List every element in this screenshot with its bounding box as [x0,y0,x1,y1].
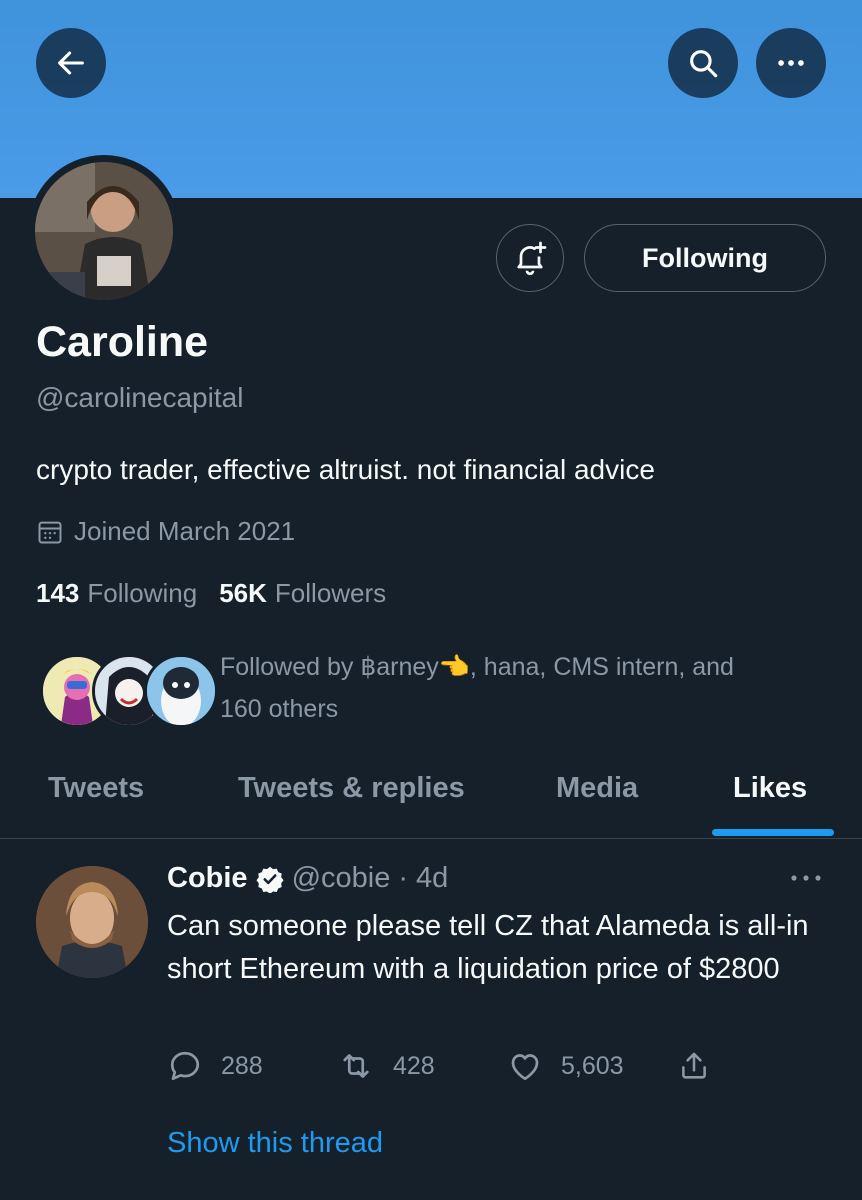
verified-badge-icon [256,866,284,893]
more-horizontal-icon [791,875,821,881]
mutual-followers-avatars[interactable] [40,654,218,728]
profile-bio: crypto trader, effective altruist. not f… [36,454,655,485]
tweet-more-button[interactable] [786,868,826,893]
retweet-button[interactable]: 428 [337,1048,435,1084]
search-button[interactable] [668,28,738,98]
profile-avatar[interactable] [28,155,180,307]
reply-icon [170,1051,200,1081]
tab-likes[interactable]: Likes [733,772,807,805]
active-tab-indicator [712,829,834,836]
like-button[interactable]: 5,603 [507,1048,624,1084]
tweet-author-avatar[interactable] [36,866,148,978]
tweet-author-name[interactable]: Cobie [167,862,248,895]
heart-icon [511,1054,539,1081]
avatar [144,654,218,728]
tab-tweets-replies[interactable]: Tweets & replies [238,772,465,805]
profile-tabs: Tweets Tweets & replies Media Likes [0,760,862,839]
tweet-timestamp[interactable]: · 4d [398,862,448,895]
joined-date: Joined March 2021 [36,516,295,547]
following-stat[interactable]: 143 Following [36,578,197,609]
retweet-icon [343,1054,369,1078]
profile-name: Caroline [36,318,209,366]
arrow-left-icon [58,51,84,75]
tab-tweets[interactable]: Tweets [48,772,144,805]
tweet-author-handle[interactable]: @cobie [292,862,391,895]
notifications-button[interactable] [496,224,564,292]
share-icon [682,1052,706,1079]
share-button[interactable] [677,1048,711,1084]
reply-count: 288 [221,1051,263,1080]
tab-media[interactable]: Media [556,772,638,805]
following-button[interactable]: Following [584,224,826,292]
back-button[interactable] [36,28,106,98]
followers-stat[interactable]: 56K Followers [219,578,386,609]
profile-photo [35,162,173,300]
retweet-count: 428 [393,1051,435,1080]
joined-text: Joined March 2021 [74,516,296,546]
tweet-header: Cobie @cobie · 4d [167,862,448,895]
bell-plus-icon [517,241,547,276]
calendar-icon [38,521,62,543]
tweet-text[interactable]: Can someone please tell CZ that Alameda … [167,905,837,991]
show-thread-link[interactable]: Show this thread [167,1127,383,1160]
search-icon [690,50,718,78]
like-count: 5,603 [561,1051,624,1080]
more-horizontal-icon [778,60,804,66]
profile-handle: @carolinecapital [36,382,244,413]
profile-stats: 143 Following 56K Followers [36,578,386,609]
more-options-button[interactable] [756,28,826,98]
followed-by-text[interactable]: Followed by ฿arney👈, hana, CMS intern, a… [220,646,840,730]
reply-button[interactable]: 288 [167,1048,263,1084]
